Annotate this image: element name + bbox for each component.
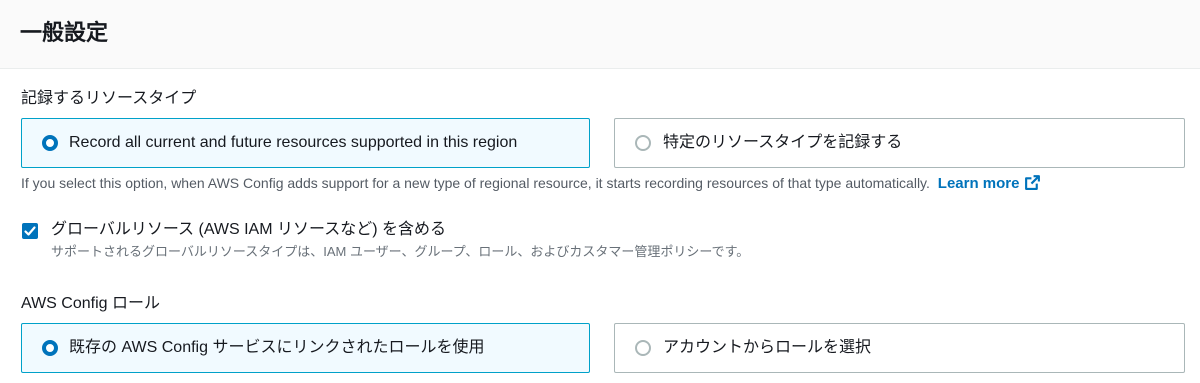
- config-role-label: AWS Config ロール: [21, 295, 160, 312]
- radio-tile-label: 既存の AWS Config サービスにリンクされたロールを使用: [69, 339, 485, 356]
- radio-tile-label: Record all current and future resources …: [69, 134, 518, 151]
- radio-tile-use-existing-role[interactable]: 既存の AWS Config サービスにリンクされたロールを使用: [21, 323, 590, 373]
- panel-title: 一般設定: [20, 20, 109, 45]
- learn-more-link[interactable]: Learn more: [938, 175, 1041, 192]
- radio-tile-label: 特定のリソースタイプを記録する: [663, 134, 903, 151]
- include-global-resources-description: サポートされるグローバルリソースタイプは、IAM ユーザー、グループ、ロール、お…: [51, 244, 750, 259]
- radio-tile-choose-role[interactable]: アカウントからロールを選択: [614, 323, 1185, 373]
- radio-button[interactable]: [635, 340, 651, 356]
- radio-button-selected[interactable]: [42, 135, 58, 151]
- include-global-resources-checkbox[interactable]: [22, 223, 38, 239]
- checkmark-icon: [24, 226, 36, 236]
- radio-tile-record-all[interactable]: Record all current and future resources …: [21, 118, 590, 168]
- description-text: If you select this option, when AWS Conf…: [21, 175, 930, 191]
- external-link-icon: [1024, 174, 1041, 197]
- radio-button[interactable]: [635, 135, 651, 151]
- radio-button-selected[interactable]: [42, 340, 58, 356]
- radio-tile-label: アカウントからロールを選択: [663, 339, 872, 356]
- resource-types-label: 記録するリソースタイプ: [21, 90, 197, 107]
- resource-types-description: If you select this option, when AWS Conf…: [21, 173, 1041, 197]
- radio-tile-specific-types[interactable]: 特定のリソースタイプを記録する: [614, 118, 1185, 168]
- panel-header: 一般設定: [0, 0, 1200, 69]
- include-global-resources-label[interactable]: グローバルリソース (AWS IAM リソースなど) を含める: [51, 219, 446, 241]
- learn-more-label: Learn more: [937, 175, 1020, 192]
